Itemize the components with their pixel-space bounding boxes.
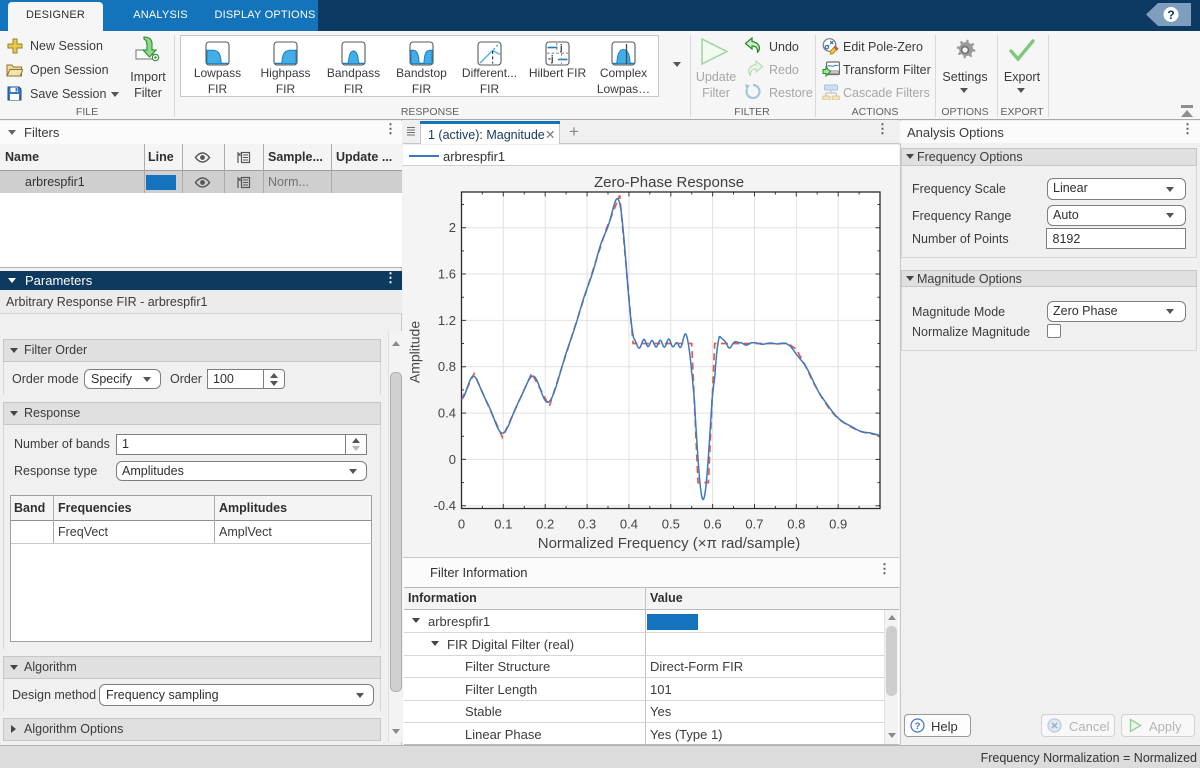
svg-text:2: 2 <box>449 220 456 235</box>
svg-text:-j: -j <box>548 53 554 63</box>
svg-text:0.2: 0.2 <box>536 517 554 532</box>
svg-text:j: j <box>559 42 563 52</box>
svg-text:0.7: 0.7 <box>745 517 763 532</box>
svg-text:?: ? <box>915 721 921 732</box>
svg-text:0.1: 0.1 <box>494 517 512 532</box>
svg-text:0.9: 0.9 <box>829 517 847 532</box>
svg-text:?: ? <box>1167 8 1174 22</box>
svg-text:0.8: 0.8 <box>438 359 456 374</box>
svg-text:0: 0 <box>458 517 465 532</box>
svg-text:1.6: 1.6 <box>438 267 456 282</box>
svg-text:0.8: 0.8 <box>787 517 805 532</box>
svg-text:1.2: 1.2 <box>438 313 456 328</box>
svg-text:Amplitude: Amplitude <box>407 321 423 383</box>
svg-text:0.3: 0.3 <box>578 517 596 532</box>
svg-text:-0.4: -0.4 <box>434 498 456 513</box>
svg-text:0.5: 0.5 <box>662 517 680 532</box>
svg-text:0.4: 0.4 <box>438 406 456 421</box>
svg-text:0.4: 0.4 <box>620 517 638 532</box>
svg-text:0: 0 <box>449 452 456 467</box>
svg-text:Zero-Phase Response: Zero-Phase Response <box>594 174 744 191</box>
svg-text:0.6: 0.6 <box>704 517 722 532</box>
svg-text:Normalized Frequency (×π rad/s: Normalized Frequency (×π rad/sample) <box>538 535 801 552</box>
